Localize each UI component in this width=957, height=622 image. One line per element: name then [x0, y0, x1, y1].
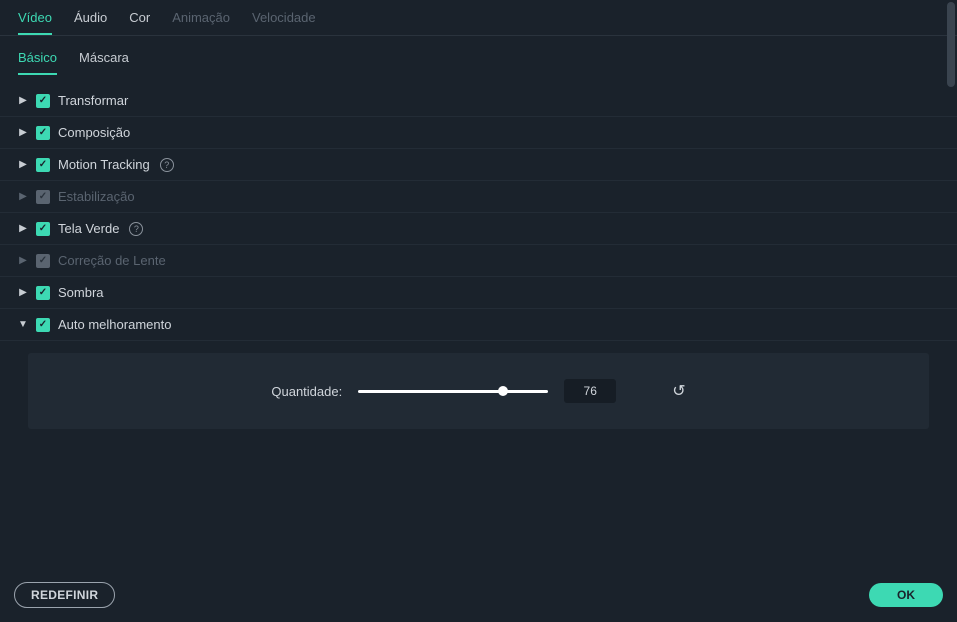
chevron-right-icon: ▶ — [18, 192, 28, 202]
chevron-right-icon: ▶ — [18, 224, 28, 234]
quantity-label: Quantidade: — [271, 384, 342, 399]
help-icon[interactable]: ? — [160, 158, 174, 172]
checkbox-lens-correction[interactable]: ✓ — [36, 254, 50, 268]
section-label: Motion Tracking — [58, 157, 150, 172]
tab-speed[interactable]: Velocidade — [252, 10, 316, 35]
section-label: Correção de Lente — [58, 253, 166, 268]
chevron-right-icon: ▶ — [18, 96, 28, 106]
checkbox-auto-enhance[interactable]: ✓ — [36, 318, 50, 332]
quantity-value[interactable]: 76 — [564, 379, 616, 403]
sub-tabs: Básico Máscara — [0, 36, 957, 75]
tab-audio[interactable]: Áudio — [74, 10, 107, 35]
section-stabilization[interactable]: ▶ ✓ Estabilização — [0, 181, 957, 213]
section-shadow[interactable]: ▶ ✓ Sombra — [0, 277, 957, 309]
ok-button[interactable]: OK — [869, 583, 943, 607]
checkbox-stabilization[interactable]: ✓ — [36, 190, 50, 204]
section-label: Transformar — [58, 93, 128, 108]
section-auto-enhance[interactable]: ▼ ✓ Auto melhoramento — [0, 309, 957, 341]
reset-icon[interactable]: ↺ — [672, 381, 685, 401]
checkbox-green-screen[interactable]: ✓ — [36, 222, 50, 236]
footer: REDEFINIR OK — [0, 568, 957, 622]
subtab-basic[interactable]: Básico — [18, 50, 57, 75]
section-label: Composição — [58, 125, 130, 140]
redefine-button[interactable]: REDEFINIR — [14, 582, 115, 608]
section-list: ▶ ✓ Transformar ▶ ✓ Composição ▶ ✓ Motio… — [0, 75, 957, 429]
checkbox-motion-tracking[interactable]: ✓ — [36, 158, 50, 172]
section-label: Tela Verde — [58, 221, 119, 236]
scrollbar[interactable] — [947, 2, 955, 87]
checkbox-transform[interactable]: ✓ — [36, 94, 50, 108]
chevron-right-icon: ▶ — [18, 288, 28, 298]
tab-animation[interactable]: Animação — [172, 10, 230, 35]
help-icon[interactable]: ? — [129, 222, 143, 236]
chevron-down-icon: ▼ — [18, 320, 28, 330]
quantity-slider[interactable] — [358, 390, 548, 393]
main-tabs: Vídeo Áudio Cor Animação Velocidade — [0, 0, 957, 36]
section-transform[interactable]: ▶ ✓ Transformar — [0, 85, 957, 117]
tab-video[interactable]: Vídeo — [18, 10, 52, 35]
section-lens-correction[interactable]: ▶ ✓ Correção de Lente — [0, 245, 957, 277]
checkbox-composition[interactable]: ✓ — [36, 126, 50, 140]
section-composition[interactable]: ▶ ✓ Composição — [0, 117, 957, 149]
auto-enhance-panel: Quantidade: 76 ↺ — [28, 353, 929, 429]
subtab-mask[interactable]: Máscara — [79, 50, 129, 75]
section-green-screen[interactable]: ▶ ✓ Tela Verde ? — [0, 213, 957, 245]
section-label: Auto melhoramento — [58, 317, 171, 332]
chevron-right-icon: ▶ — [18, 160, 28, 170]
chevron-right-icon: ▶ — [18, 128, 28, 138]
tab-color[interactable]: Cor — [129, 10, 150, 35]
section-label: Sombra — [58, 285, 104, 300]
section-motion-tracking[interactable]: ▶ ✓ Motion Tracking ? — [0, 149, 957, 181]
section-label: Estabilização — [58, 189, 135, 204]
chevron-right-icon: ▶ — [18, 256, 28, 266]
checkbox-shadow[interactable]: ✓ — [36, 286, 50, 300]
slider-thumb[interactable] — [498, 386, 508, 396]
